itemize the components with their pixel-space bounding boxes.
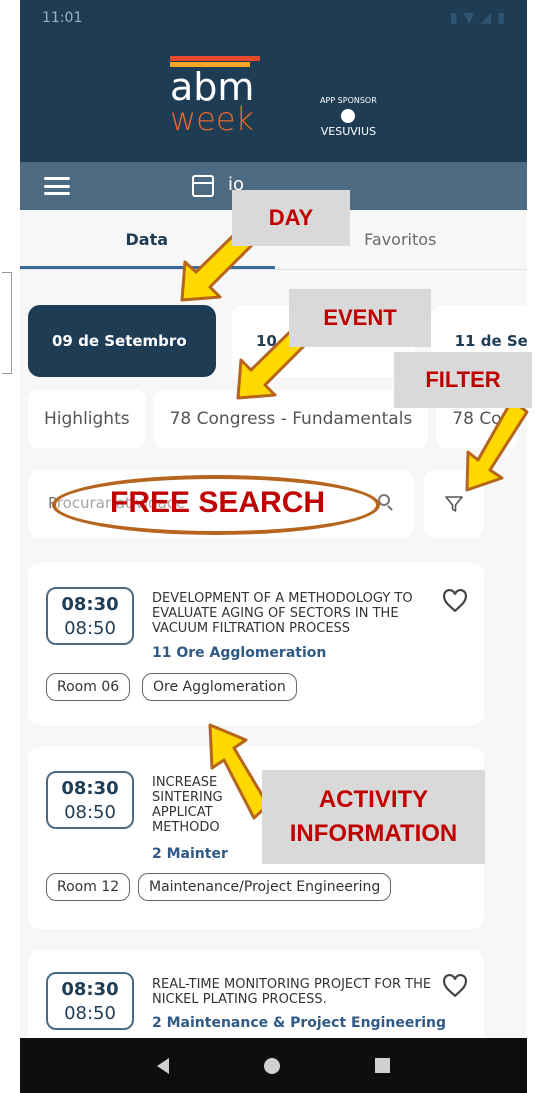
logo-week-text: week: [170, 100, 255, 138]
time-box: 08:30 08:50: [46, 771, 134, 829]
event-chip-fundamentals[interactable]: 78 Congress - Fundamentals: [153, 390, 429, 448]
callout-activity-information: ACTIVITY INFORMATION: [262, 770, 485, 864]
wifi-icon: ▼: [463, 10, 475, 26]
favorite-heart-icon[interactable]: [442, 589, 468, 613]
end-time: 08:50: [64, 802, 116, 823]
vesuvius-logo-icon: [341, 109, 356, 123]
day-chip-09[interactable]: 09 de Setembro: [28, 305, 216, 377]
callout-day: DAY: [232, 190, 350, 246]
filter-icon: [445, 496, 463, 512]
menu-icon[interactable]: [44, 177, 70, 195]
room-chip: Room 12: [46, 873, 131, 901]
activity-topic: 11 Ore Agglomeration: [152, 645, 327, 661]
app-header: abm week APP SPONSOR VESUVIUS: [20, 36, 527, 162]
activity-title: REAL-TIME MONITORING PROJECT FOR THE NIC…: [152, 977, 432, 1007]
calendar-icon: [192, 175, 214, 197]
filter-button[interactable]: [424, 470, 484, 538]
app-sponsor: APP SPONSOR VESUVIUS: [320, 96, 377, 138]
battery-icon: ▮: [497, 10, 505, 26]
signal-icon: ◢: [480, 10, 492, 26]
vibrate-icon: ▮: [450, 10, 458, 26]
phone-screen: 11:01 ▮ ▼ ◢ ▮ abm week APP SPONSOR VESUV…: [20, 0, 527, 1093]
activity-card[interactable]: 08:30 08:50 DEVELOPMENT OF A METHODOLOGY…: [28, 563, 484, 725]
event-chip-highlights[interactable]: Highlights: [28, 390, 146, 448]
start-time: 08:30: [61, 594, 119, 615]
start-time: 08:30: [61, 778, 119, 799]
activity-title: DEVELOPMENT OF A METHODOLOGY TO EVALUATE…: [152, 591, 413, 636]
callout-activity-line1: ACTIVITY: [318, 786, 429, 813]
time-box: 08:30 08:50: [46, 972, 134, 1030]
start-time: 08:30: [61, 979, 119, 1000]
sponsor-label: APP SPONSOR: [320, 96, 377, 105]
logo-bar-red: [170, 56, 260, 61]
left-frame: [0, 0, 20, 1093]
abm-week-logo: abm week: [170, 56, 260, 138]
sponsor-name: VESUVIUS: [320, 125, 377, 138]
favorite-heart-icon[interactable]: [442, 974, 468, 998]
activity-title: INCREASE SINTERING APPLICAT METHODO: [152, 775, 223, 835]
status-bar: 11:01 ▮ ▼ ◢ ▮: [20, 0, 527, 36]
activity-topic: 2 Mainter: [152, 846, 228, 862]
back-icon[interactable]: [157, 1057, 170, 1074]
tab-indicator: [20, 266, 275, 269]
screenshot-stage: 11:01 ▮ ▼ ◢ ▮ abm week APP SPONSOR VESUV…: [0, 0, 539, 1093]
callout-filter: FILTER: [394, 352, 532, 408]
callout-activity-line2: INFORMATION: [289, 820, 458, 847]
callout-event: EVENT: [289, 289, 431, 347]
activity-topic: 2 Maintenance & Project Engineering: [152, 1015, 447, 1031]
status-icons: ▮ ▼ ◢ ▮: [450, 10, 505, 26]
time-box: 08:30 08:50: [46, 587, 134, 645]
category-chip: Maintenance/Project Engineering: [138, 873, 392, 901]
end-time: 08:50: [64, 1003, 116, 1024]
status-time: 11:01: [42, 10, 83, 26]
android-nav-bar: [20, 1038, 527, 1093]
category-chip: Ore Agglomeration: [142, 673, 297, 701]
frame-mark: [2, 272, 12, 374]
callout-free-search: FREE SEARCH: [110, 486, 326, 519]
end-time: 08:50: [64, 618, 116, 639]
home-icon[interactable]: [263, 1057, 280, 1074]
recents-icon[interactable]: [374, 1058, 390, 1073]
room-chip: Room 06: [46, 673, 131, 701]
